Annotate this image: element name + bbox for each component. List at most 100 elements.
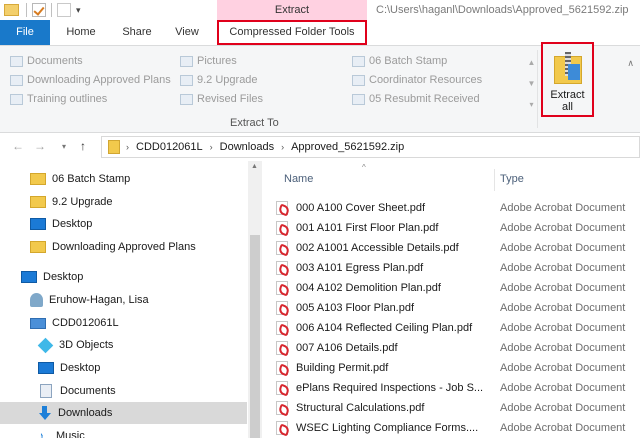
column-header-type[interactable]: Type <box>500 173 524 185</box>
folder-icon <box>10 74 23 86</box>
nav-item[interactable]: 3D Objects <box>0 334 247 356</box>
chevron-right-icon[interactable]: › <box>281 142 284 152</box>
nav-item[interactable]: ♪ Music <box>0 425 247 438</box>
up-arrow-icon[interactable]: ↑ <box>80 139 86 153</box>
customize-toolbar-icon[interactable]: ▾ <box>76 5 81 16</box>
nav-item[interactable]: Desktop <box>0 357 247 379</box>
folder-icon <box>4 4 19 16</box>
file-name: Structural Calculations.pdf <box>296 402 425 414</box>
tab-view[interactable]: View <box>162 20 212 45</box>
destination-item[interactable]: Pictures <box>180 52 237 70</box>
pdf-file-icon <box>276 241 288 255</box>
pdf-file-icon <box>276 421 288 435</box>
file-name: ePlans Required Inspections - Job S... <box>296 382 484 394</box>
file-name: 004 A102 Demolition Plan.pdf <box>296 282 441 294</box>
nav-item[interactable]: Eruhow-Hagan, Lisa <box>0 289 247 311</box>
file-type: Adobe Acrobat Document <box>500 382 626 394</box>
extract-to-group-label: Extract To <box>230 117 279 129</box>
breadcrumb-item[interactable]: Downloads <box>220 141 274 153</box>
chevron-down-icon[interactable]: ▾ <box>62 142 66 151</box>
file-type: Adobe Acrobat Document <box>500 402 626 414</box>
chevron-right-icon[interactable]: › <box>210 142 213 152</box>
toolbar-divider <box>26 3 27 17</box>
nav-item[interactable]: Downloading Approved Plans <box>0 236 247 258</box>
extract-all-label: Extract <box>550 89 585 101</box>
file-name: 000 A100 Cover Sheet.pdf <box>296 202 426 214</box>
forward-arrow-icon[interactable]: → <box>34 139 46 153</box>
file-name: 006 A104 Reflected Ceiling Plan.pdf <box>296 322 473 334</box>
file-row[interactable]: 006 A104 Reflected Ceiling Plan.pdf Adobe… <box>276 318 640 338</box>
nav-item[interactable]: 9.2 Upgrade <box>0 191 247 213</box>
file-type: Adobe Acrobat Document <box>500 282 626 294</box>
file-row[interactable]: WSEC Lighting Compliance Forms.... Adobe … <box>276 418 640 438</box>
destination-item[interactable]: Downloading Approved Plans <box>10 71 171 89</box>
extract-all-label: all <box>561 101 573 113</box>
file-row[interactable]: 007 A106 Details.pdf Adobe Acrobat Docume… <box>276 338 640 358</box>
file-name: Building Permit.pdf <box>296 362 389 374</box>
nav-item[interactable]: 06 Batch Stamp <box>0 168 247 190</box>
destination-item[interactable]: Training outlines <box>10 90 107 108</box>
tab-home[interactable]: Home <box>50 20 112 45</box>
destination-item[interactable]: Coordinator Resources <box>352 71 482 89</box>
nav-item[interactable]: Documents <box>0 380 247 402</box>
scroll-down-icon[interactable]: ▼ <box>527 73 536 94</box>
breadcrumb-item[interactable]: CDD012061L <box>136 141 203 153</box>
back-arrow-icon[interactable]: ← <box>12 139 24 153</box>
file-list: ^ Name Type 000 A100 Cover Sheet.pdf Adob… <box>262 161 640 438</box>
file-row[interactable]: 001 A101 First Floor Plan.pdf Adobe Acrob… <box>276 218 640 238</box>
address-bar[interactable]: › CDD012061L › Downloads › Approved_5621… <box>101 136 640 158</box>
documents-icon <box>40 384 52 398</box>
file-type: Adobe Acrobat Document <box>500 242 626 254</box>
scrollbar-thumb[interactable] <box>250 235 260 438</box>
new-folder-icon[interactable] <box>57 3 71 17</box>
scroll-up-icon[interactable]: ▲ <box>527 52 536 73</box>
properties-icon[interactable] <box>32 3 46 17</box>
pdf-file-icon <box>276 381 288 395</box>
nav-item-downloads[interactable]: Downloads <box>0 402 247 424</box>
file-row[interactable]: Structural Calculations.pdf Adobe Acrobat… <box>276 398 640 418</box>
file-name: 001 A101 First Floor Plan.pdf <box>296 222 439 234</box>
file-row[interactable]: Building Permit.pdf Adobe Acrobat Documen… <box>276 358 640 378</box>
file-name: 002 A1001 Accessible Details.pdf <box>296 242 459 254</box>
pdf-file-icon <box>276 401 288 415</box>
file-name: WSEC Lighting Compliance Forms.... <box>296 422 479 434</box>
file-row[interactable]: 004 A102 Demolition Plan.pdf Adobe Acroba… <box>276 278 640 298</box>
destination-item[interactable]: 05 Resubmit Received <box>352 90 480 108</box>
file-row[interactable]: 000 A100 Cover Sheet.pdf Adobe Acrobat Do… <box>276 198 640 218</box>
file-type: Adobe Acrobat Document <box>500 262 626 274</box>
file-row[interactable]: 005 A103 Floor Plan.pdf Adobe Acrobat Doc… <box>276 298 640 318</box>
file-row[interactable]: ePlans Required Inspections - Job S... Ad… <box>276 378 640 398</box>
tab-file[interactable]: File <box>0 20 50 45</box>
downloads-icon <box>38 406 52 420</box>
chevron-up-icon[interactable]: ∧ <box>627 58 634 69</box>
navigation-scrollbar[interactable]: ▲ <box>248 161 262 438</box>
destination-item[interactable]: 9.2 Upgrade <box>180 71 258 89</box>
file-row[interactable]: 002 A1001 Accessible Details.pdf Adobe Ac… <box>276 238 640 258</box>
scroll-up-icon[interactable]: ▲ <box>251 163 258 170</box>
chevron-right-icon[interactable]: › <box>126 142 129 152</box>
gallery-scrollbar[interactable]: ▲ ▼ ▾ <box>527 52 536 116</box>
nav-item[interactable]: Desktop <box>0 266 247 288</box>
pdf-file-icon <box>276 221 288 235</box>
music-icon: ♪ <box>38 429 44 438</box>
desktop-icon <box>30 218 46 230</box>
nav-item[interactable]: CDD012061L <box>0 312 247 334</box>
tab-share[interactable]: Share <box>112 20 162 45</box>
column-header-name[interactable]: Name <box>284 173 313 185</box>
folder-icon <box>30 196 46 208</box>
file-type: Adobe Acrobat Document <box>500 342 626 354</box>
more-icon[interactable]: ▾ <box>527 94 536 115</box>
pdf-file-icon <box>276 361 288 375</box>
3d-objects-icon <box>37 337 54 353</box>
folder-icon <box>180 55 193 67</box>
destination-item[interactable]: Revised Files <box>180 90 263 108</box>
extract-all-button[interactable]: Extract all <box>541 42 594 117</box>
column-divider[interactable] <box>494 169 495 191</box>
destination-item[interactable]: 06 Batch Stamp <box>352 52 447 70</box>
destination-item[interactable]: Documents <box>10 52 83 70</box>
file-row[interactable]: 003 A101 Egress Plan.pdf Adobe Acrobat Do… <box>276 258 640 278</box>
breadcrumb-item[interactable]: Approved_5621592.zip <box>291 141 404 153</box>
window-title: C:\Users\haganl\Downloads\Approved_56215… <box>376 4 629 16</box>
nav-item[interactable]: Desktop <box>0 213 247 235</box>
tab-compressed-folder-tools[interactable]: Compressed Folder Tools <box>217 20 367 45</box>
